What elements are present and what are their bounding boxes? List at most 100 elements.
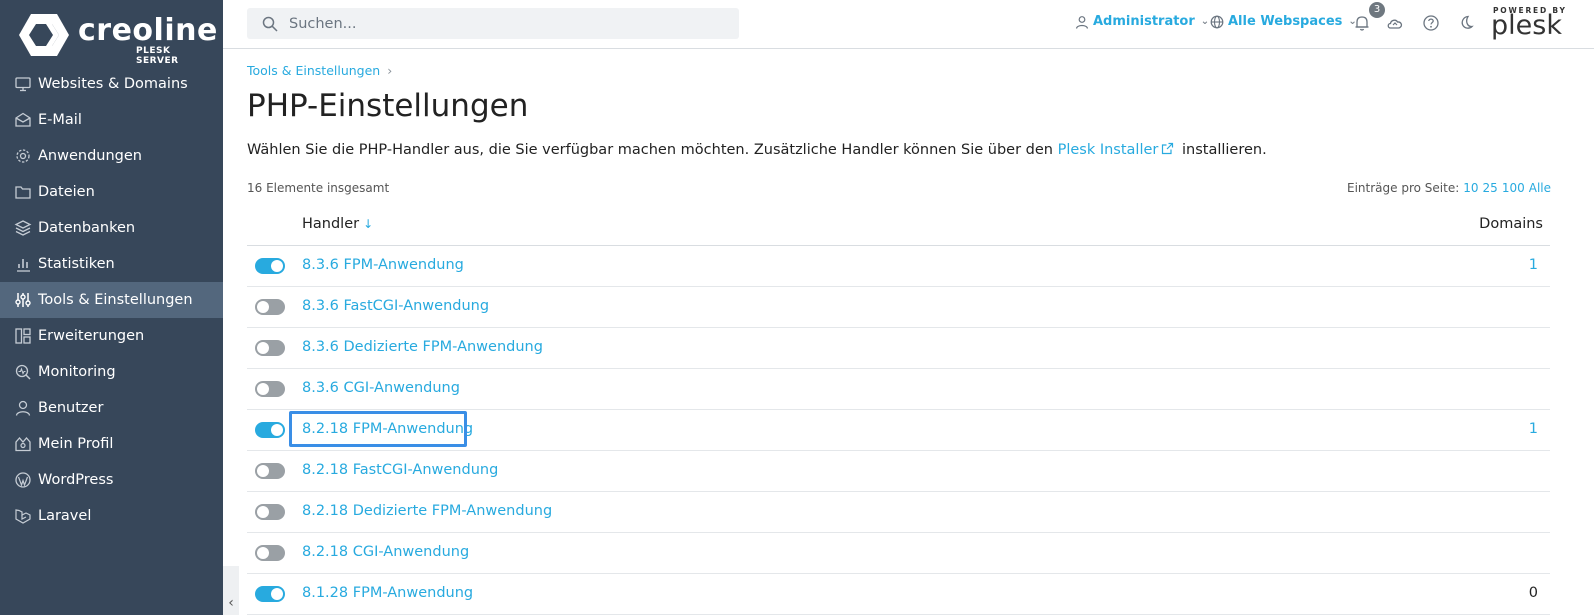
handler-link[interactable]: 8.2.18 FPM-Anwendung [302, 421, 473, 437]
handler-link[interactable]: 8.2.18 FastCGI-Anwendung [302, 462, 498, 478]
sidebar-item-wordpress[interactable]: WordPress [0, 462, 223, 498]
webspaces-menu[interactable]: Alle Webspaces ⌄ [1210, 14, 1357, 29]
bell-icon[interactable] [1353, 14, 1371, 32]
toggle-knob [257, 301, 269, 313]
breadcrumb-separator: › [387, 63, 393, 78]
sidebar-item-mein-profil[interactable]: Mein Profil [0, 426, 223, 462]
sidebar-item-tools-einstellungen[interactable]: Tools & Einstellungen [0, 282, 223, 318]
sidebar-collapse-button[interactable]: ‹ [223, 566, 239, 615]
user-icon [1075, 15, 1089, 29]
handler-toggle[interactable] [255, 586, 285, 602]
search-input[interactable] [287, 14, 721, 33]
table-row: 8.3.6 FastCGI-Anwendung [247, 287, 1550, 328]
brand-name: creoline [78, 13, 218, 48]
sidebar-item-anwendungen[interactable]: Anwendungen [0, 138, 223, 174]
handler-link[interactable]: 8.3.6 CGI-Anwendung [302, 380, 460, 396]
per-page-option-10[interactable]: 10 [1463, 181, 1478, 195]
sidebar-item-laravel[interactable]: Laravel [0, 498, 223, 534]
table-header: Handler ↓ Domains [247, 205, 1550, 246]
table-row: 8.2.18 Dedizierte FPM-Anwendung [247, 492, 1550, 533]
sidebar-item-label: WordPress [38, 472, 114, 488]
per-page-option-25[interactable]: 25 [1483, 181, 1498, 195]
sidebar-item-datenbanken[interactable]: Datenbanken [0, 210, 223, 246]
handler-link[interactable]: 8.2.18 Dedizierte FPM-Anwendung [302, 503, 552, 519]
handler-toggle[interactable] [255, 545, 285, 561]
handler-link[interactable]: 8.3.6 Dedizierte FPM-Anwendung [302, 339, 543, 355]
sidebar-item-websites-domains[interactable]: Websites & Domains [0, 66, 223, 102]
per-page-option-all[interactable]: Alle [1529, 181, 1551, 195]
table-body: 8.3.6 FPM-Anwendung 1 8.3.6 FastCGI-Anwend… [247, 246, 1550, 615]
sidebar-item-monitoring[interactable]: Monitoring [0, 354, 223, 390]
moon-icon[interactable] [1457, 14, 1475, 32]
user-icon [14, 399, 32, 417]
bar-chart-icon [14, 255, 32, 273]
plesk-installer-link[interactable]: Plesk Installer [1058, 142, 1159, 158]
handler-link[interactable]: 8.2.18 CGI-Anwendung [302, 544, 469, 560]
sidebar-item-label: Erweiterungen [38, 328, 145, 344]
column-header-handler[interactable]: Handler ↓ [302, 216, 373, 232]
gear-icon [14, 147, 32, 165]
per-page-option-100[interactable]: 100 [1502, 181, 1525, 195]
handler-toggle[interactable] [255, 299, 285, 315]
table-row: 8.3.6 Dedizierte FPM-Anwendung [247, 328, 1550, 369]
brand-subtitle: PLESK SERVER [136, 46, 179, 66]
handler-toggle[interactable] [255, 258, 285, 274]
table-row: 8.3.6 FPM-Anwendung 1 [247, 246, 1550, 287]
sidebar-item-erweiterungen[interactable]: Erweiterungen [0, 318, 223, 354]
table-row: 8.2.18 FastCGI-Anwendung [247, 451, 1550, 492]
column-header-handler-label: Handler [302, 216, 360, 232]
globe-icon [1210, 15, 1224, 28]
toggle-knob [271, 260, 283, 272]
domains-count: 0 [1528, 585, 1538, 601]
notifications-badge: 3 [1369, 2, 1385, 18]
table-row: 8.3.6 CGI-Anwendung [247, 369, 1550, 410]
sort-arrow-icon: ↓ [363, 217, 374, 231]
sidebar-item-dateien[interactable]: Dateien [0, 174, 223, 210]
brand-logo[interactable]: creoline PLESK SERVER [18, 12, 217, 66]
toggle-knob [257, 547, 269, 559]
description-suffix: installieren. [1181, 142, 1267, 158]
sidebar: creoline PLESK SERVER Websites & Domains… [0, 0, 223, 615]
chevron-down-icon: ⌄ [1200, 16, 1210, 27]
handler-link[interactable]: 8.1.28 FPM-Anwendung [302, 585, 473, 601]
domains-count[interactable]: 1 [1529, 257, 1538, 273]
help-icon[interactable] [1422, 14, 1440, 32]
search-icon [262, 16, 278, 32]
toggle-knob [257, 342, 269, 354]
handler-toggle[interactable] [255, 381, 285, 397]
sidebar-item-label: Laravel [38, 508, 92, 524]
sidebar-item-label: Anwendungen [38, 148, 142, 164]
total-count: 16 Elemente insgesamt [247, 181, 390, 195]
description-text: Wählen Sie die PHP-Handler aus, die Sie … [247, 142, 1053, 158]
handler-toggle[interactable] [255, 463, 285, 479]
per-page-label: Einträge pro Seite: [1347, 181, 1460, 195]
handlers-table: Handler ↓ Domains 8.3.6 FPM-Anwendung 1 8.3… [247, 205, 1550, 615]
search-box[interactable] [247, 8, 739, 39]
cloud-icon[interactable] [1386, 14, 1404, 32]
breadcrumb-link[interactable]: Tools & Einstellungen [247, 63, 380, 78]
wordpress-icon [14, 471, 32, 489]
plesk-logo: plesk [1491, 10, 1562, 41]
sidebar-item-label: Monitoring [38, 364, 116, 380]
handler-link[interactable]: 8.3.6 FastCGI-Anwendung [302, 298, 489, 314]
handler-link[interactable]: 8.3.6 FPM-Anwendung [302, 257, 464, 273]
table-row: 8.2.18 FPM-Anwendung 1 [247, 410, 1550, 451]
sidebar-item-label: E-Mail [38, 112, 82, 128]
toggle-knob [271, 588, 283, 600]
database-icon [14, 219, 32, 237]
handler-toggle[interactable] [255, 422, 285, 438]
sidebar-item-benutzer[interactable]: Benutzer [0, 390, 223, 426]
sidebar-item-e-mail[interactable]: E-Mail [0, 102, 223, 138]
page-description: Wählen Sie die PHP-Handler aus, die Sie … [247, 142, 1267, 158]
sliders-icon [14, 291, 32, 309]
handler-toggle[interactable] [255, 340, 285, 356]
domains-count[interactable]: 1 [1529, 421, 1538, 437]
per-page-selector: Einträge pro Seite: 10 25 100 Alle [1347, 181, 1551, 195]
envelope-icon [14, 111, 32, 129]
user-menu[interactable]: Administrator ⌄ [1075, 14, 1209, 29]
sidebar-item-statistiken[interactable]: Statistiken [0, 246, 223, 282]
sidebar-item-label: Websites & Domains [38, 76, 188, 92]
sidebar-item-label: Benutzer [38, 400, 104, 416]
handler-toggle[interactable] [255, 504, 285, 520]
column-header-domains[interactable]: Domains [1479, 216, 1543, 232]
